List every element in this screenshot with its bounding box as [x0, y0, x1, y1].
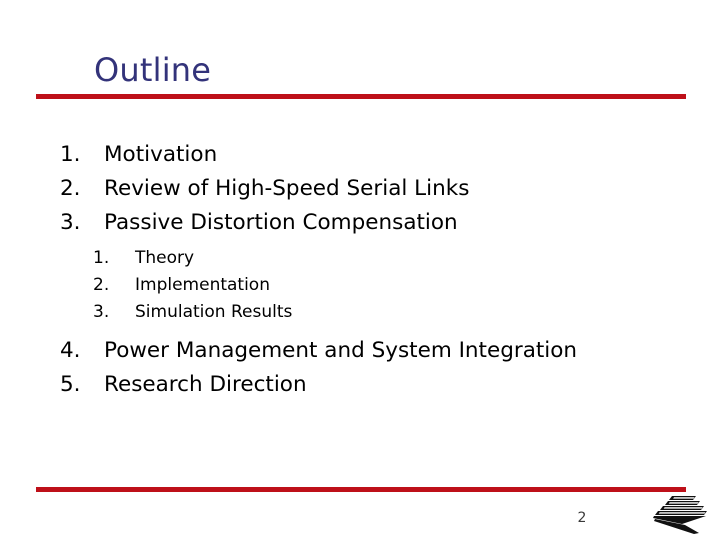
- page-number: 2: [577, 510, 587, 526]
- sub-list-item-number: 1.: [93, 248, 110, 268]
- sub-list-item: 3. Simulation Results: [0, 300, 720, 324]
- outline-list: 1. Motivation 2. Review of High-Speed Se…: [0, 140, 720, 404]
- title-divider-rule: [36, 94, 686, 99]
- sub-list-item-number: 3.: [93, 302, 110, 322]
- list-item-label: Power Management and System Integration: [104, 338, 578, 363]
- list-item: 1. Motivation: [0, 140, 720, 170]
- list-item-number: 2.: [60, 176, 81, 201]
- list-item-number: 5.: [60, 372, 81, 397]
- list-item-number: 1.: [60, 142, 81, 167]
- list-item-label: Motivation: [104, 142, 218, 167]
- list-item: 5. Research Direction: [0, 370, 720, 400]
- list-item: 2. Review of High-Speed Serial Links: [0, 174, 720, 204]
- outline-sublist: 1. Theory 2. Implementation 3. Simulatio…: [0, 246, 720, 324]
- sub-list-item: 2. Implementation: [0, 273, 720, 297]
- page-title: Outline: [94, 51, 212, 89]
- list-item: 3. Passive Distortion Compensation: [0, 208, 720, 238]
- sub-list-item-label: Implementation: [135, 275, 270, 295]
- list-item-label: Research Direction: [104, 372, 307, 397]
- stacked-layers-logo: [652, 494, 708, 536]
- footer-divider-rule: [36, 487, 686, 492]
- list-item: 4. Power Management and System Integrati…: [0, 336, 720, 366]
- sub-list-item-label: Simulation Results: [135, 302, 293, 322]
- sub-list-item-label: Theory: [135, 248, 195, 268]
- list-item-number: 3.: [60, 210, 81, 235]
- presentation-slide: Outline 1. Motivation 2. Review of High-…: [0, 0, 720, 540]
- list-item-number: 4.: [60, 338, 81, 363]
- list-item-label: Passive Distortion Compensation: [104, 210, 458, 235]
- sub-list-item-number: 2.: [93, 275, 110, 295]
- sub-list-item: 1. Theory: [0, 246, 720, 270]
- list-item-label: Review of High-Speed Serial Links: [104, 176, 470, 201]
